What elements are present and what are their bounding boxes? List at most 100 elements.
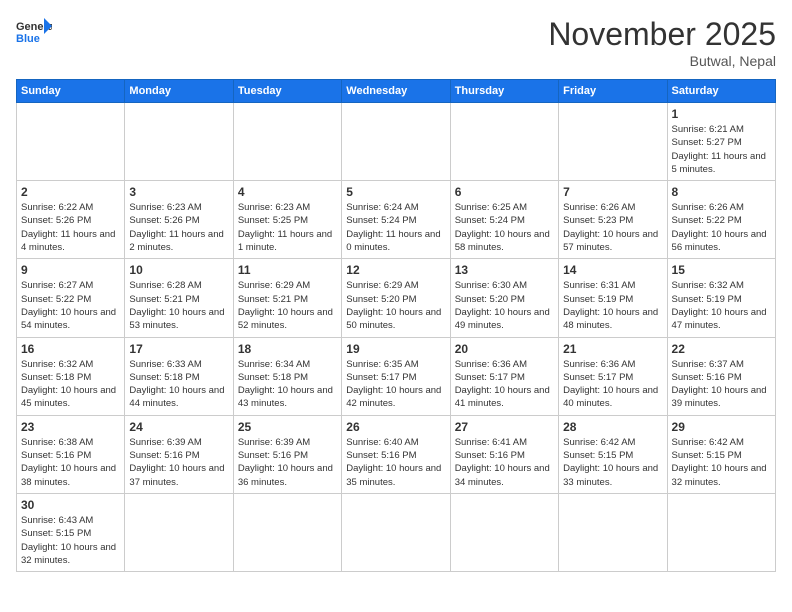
day-cell: 20 Sunrise: 6:36 AM Sunset: 5:17 PM Dayli… <box>450 337 558 415</box>
day-cell: 27Sunrise: 6:41 AM Sunset: 5:16 PM Dayli… <box>450 415 558 493</box>
day-cell: 26Sunrise: 6:40 AM Sunset: 5:16 PM Dayli… <box>342 415 450 493</box>
day-info: Sunrise: 6:36 AM Sunset: 5:17 PM Dayligh… <box>455 358 554 411</box>
day-cell: 1 Sunrise: 6:21 AM Sunset: 5:27 PM Daylig… <box>667 103 775 181</box>
week-row-2: 9 Sunrise: 6:27 AM Sunset: 5:22 PM Daylig… <box>17 259 776 337</box>
title-block: November 2025 Butwal, Nepal <box>548 16 776 69</box>
day-number: 23 <box>21 420 120 434</box>
day-number: 25 <box>238 420 337 434</box>
day-number: 15 <box>672 263 771 277</box>
day-number: 13 <box>455 263 554 277</box>
day-cell: 12 Sunrise: 6:29 AM Sunset: 5:20 PM Dayli… <box>342 259 450 337</box>
day-number: 3 <box>129 185 228 199</box>
day-number: 30 <box>21 498 120 512</box>
day-cell: 19Sunrise: 6:35 AM Sunset: 5:17 PM Dayli… <box>342 337 450 415</box>
day-number: 29 <box>672 420 771 434</box>
week-row-0: 1 Sunrise: 6:21 AM Sunset: 5:27 PM Daylig… <box>17 103 776 181</box>
day-cell: 2 Sunrise: 6:22 AM Sunset: 5:26 PM Daylig… <box>17 181 125 259</box>
day-info: Sunrise: 6:39 AM Sunset: 5:16 PM Dayligh… <box>238 436 337 489</box>
day-cell: 3 Sunrise: 6:23 AM Sunset: 5:26 PM Daylig… <box>125 181 233 259</box>
col-monday: Monday <box>125 80 233 103</box>
day-number: 4 <box>238 185 337 199</box>
day-info: Sunrise: 6:37 AM Sunset: 5:16 PM Dayligh… <box>672 358 771 411</box>
day-info: Sunrise: 6:29 AM Sunset: 5:21 PM Dayligh… <box>238 279 337 332</box>
day-number: 20 <box>455 342 554 356</box>
day-info: Sunrise: 6:30 AM Sunset: 5:20 PM Dayligh… <box>455 279 554 332</box>
logo: General Blue <box>16 16 52 46</box>
day-info: Sunrise: 6:23 AM Sunset: 5:25 PM Dayligh… <box>238 201 337 254</box>
day-info: Sunrise: 6:27 AM Sunset: 5:22 PM Dayligh… <box>21 279 120 332</box>
day-cell: 8Sunrise: 6:26 AM Sunset: 5:22 PM Daylig… <box>667 181 775 259</box>
day-number: 18 <box>238 342 337 356</box>
day-number: 21 <box>563 342 662 356</box>
day-info: Sunrise: 6:28 AM Sunset: 5:21 PM Dayligh… <box>129 279 228 332</box>
day-info: Sunrise: 6:43 AM Sunset: 5:15 PM Dayligh… <box>21 514 120 567</box>
week-row-5: 30 Sunrise: 6:43 AM Sunset: 5:15 PM Dayli… <box>17 493 776 571</box>
day-cell: 22 Sunrise: 6:37 AM Sunset: 5:16 PM Dayli… <box>667 337 775 415</box>
day-cell: 17Sunrise: 6:33 AM Sunset: 5:18 PM Dayli… <box>125 337 233 415</box>
day-info: Sunrise: 6:33 AM Sunset: 5:18 PM Dayligh… <box>129 358 228 411</box>
day-info: Sunrise: 6:29 AM Sunset: 5:20 PM Dayligh… <box>346 279 445 332</box>
week-row-4: 23Sunrise: 6:38 AM Sunset: 5:16 PM Dayli… <box>17 415 776 493</box>
day-info: Sunrise: 6:23 AM Sunset: 5:26 PM Dayligh… <box>129 201 228 254</box>
day-cell: 23Sunrise: 6:38 AM Sunset: 5:16 PM Dayli… <box>17 415 125 493</box>
svg-text:Blue: Blue <box>16 33 40 45</box>
day-info: Sunrise: 6:42 AM Sunset: 5:15 PM Dayligh… <box>672 436 771 489</box>
header-row: Sunday Monday Tuesday Wednesday Thursday… <box>17 80 776 103</box>
day-number: 9 <box>21 263 120 277</box>
day-number: 2 <box>21 185 120 199</box>
day-cell: 21 Sunrise: 6:36 AM Sunset: 5:17 PM Dayli… <box>559 337 667 415</box>
day-cell <box>342 103 450 181</box>
day-cell <box>559 103 667 181</box>
day-info: Sunrise: 6:34 AM Sunset: 5:18 PM Dayligh… <box>238 358 337 411</box>
day-info: Sunrise: 6:22 AM Sunset: 5:26 PM Dayligh… <box>21 201 120 254</box>
day-info: Sunrise: 6:26 AM Sunset: 5:23 PM Dayligh… <box>563 201 662 254</box>
day-cell <box>125 493 233 571</box>
day-info: Sunrise: 6:25 AM Sunset: 5:24 PM Dayligh… <box>455 201 554 254</box>
day-info: Sunrise: 6:36 AM Sunset: 5:17 PM Dayligh… <box>563 358 662 411</box>
day-cell <box>667 493 775 571</box>
day-cell: 16 Sunrise: 6:32 AM Sunset: 5:18 PM Dayli… <box>17 337 125 415</box>
day-number: 16 <box>21 342 120 356</box>
calendar-body: 1 Sunrise: 6:21 AM Sunset: 5:27 PM Daylig… <box>17 103 776 572</box>
day-cell: 15 Sunrise: 6:32 AM Sunset: 5:19 PM Dayli… <box>667 259 775 337</box>
day-cell: 13 Sunrise: 6:30 AM Sunset: 5:20 PM Dayli… <box>450 259 558 337</box>
day-number: 24 <box>129 420 228 434</box>
day-cell: 4 Sunrise: 6:23 AM Sunset: 5:25 PM Daylig… <box>233 181 341 259</box>
day-info: Sunrise: 6:35 AM Sunset: 5:17 PM Dayligh… <box>346 358 445 411</box>
day-number: 5 <box>346 185 445 199</box>
day-cell: 10Sunrise: 6:28 AM Sunset: 5:21 PM Dayli… <box>125 259 233 337</box>
col-thursday: Thursday <box>450 80 558 103</box>
col-saturday: Saturday <box>667 80 775 103</box>
day-number: 11 <box>238 263 337 277</box>
day-cell: 7Sunrise: 6:26 AM Sunset: 5:23 PM Daylig… <box>559 181 667 259</box>
day-number: 28 <box>563 420 662 434</box>
day-info: Sunrise: 6:42 AM Sunset: 5:15 PM Dayligh… <box>563 436 662 489</box>
day-info: Sunrise: 6:31 AM Sunset: 5:19 PM Dayligh… <box>563 279 662 332</box>
month-title: November 2025 <box>548 16 776 53</box>
day-cell: 14 Sunrise: 6:31 AM Sunset: 5:19 PM Dayli… <box>559 259 667 337</box>
logo-icon: General Blue <box>16 16 52 46</box>
day-cell <box>17 103 125 181</box>
day-info: Sunrise: 6:24 AM Sunset: 5:24 PM Dayligh… <box>346 201 445 254</box>
day-cell: 30 Sunrise: 6:43 AM Sunset: 5:15 PM Dayli… <box>17 493 125 571</box>
day-info: Sunrise: 6:32 AM Sunset: 5:18 PM Dayligh… <box>21 358 120 411</box>
day-info: Sunrise: 6:41 AM Sunset: 5:16 PM Dayligh… <box>455 436 554 489</box>
day-cell: 24Sunrise: 6:39 AM Sunset: 5:16 PM Dayli… <box>125 415 233 493</box>
calendar-table: Sunday Monday Tuesday Wednesday Thursday… <box>16 79 776 572</box>
day-number: 14 <box>563 263 662 277</box>
day-info: Sunrise: 6:21 AM Sunset: 5:27 PM Dayligh… <box>672 123 771 176</box>
day-info: Sunrise: 6:32 AM Sunset: 5:19 PM Dayligh… <box>672 279 771 332</box>
day-number: 12 <box>346 263 445 277</box>
day-info: Sunrise: 6:26 AM Sunset: 5:22 PM Dayligh… <box>672 201 771 254</box>
day-cell: 5 Sunrise: 6:24 AM Sunset: 5:24 PM Daylig… <box>342 181 450 259</box>
day-cell <box>233 493 341 571</box>
day-cell <box>125 103 233 181</box>
day-cell <box>450 493 558 571</box>
week-row-1: 2 Sunrise: 6:22 AM Sunset: 5:26 PM Daylig… <box>17 181 776 259</box>
day-cell: 6Sunrise: 6:25 AM Sunset: 5:24 PM Daylig… <box>450 181 558 259</box>
day-number: 22 <box>672 342 771 356</box>
day-number: 1 <box>672 107 771 121</box>
day-cell <box>450 103 558 181</box>
day-cell <box>559 493 667 571</box>
day-cell <box>342 493 450 571</box>
